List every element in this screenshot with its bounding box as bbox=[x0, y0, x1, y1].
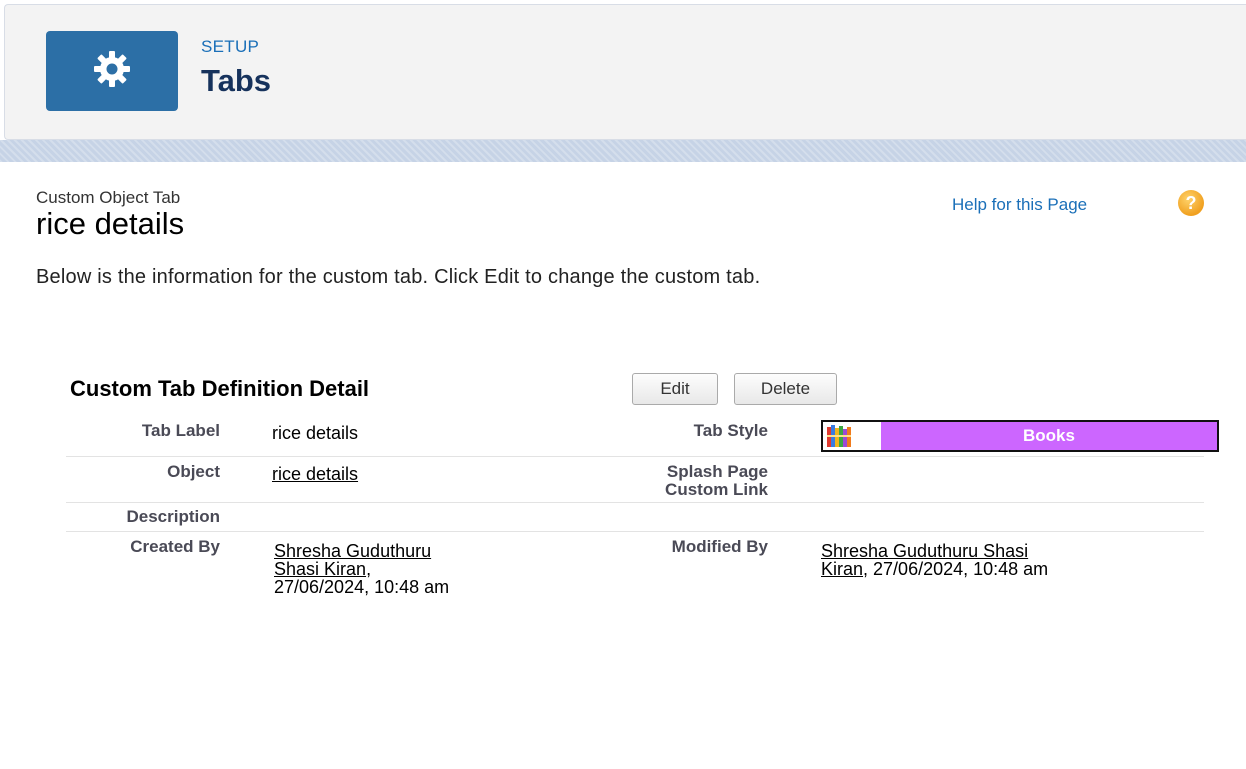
created-by-user-link[interactable]: Shresha Guduthuru Shasi Kiran bbox=[274, 541, 431, 579]
books-icon bbox=[823, 422, 881, 450]
help-for-page-link[interactable]: Help for this Page bbox=[952, 195, 1087, 215]
edit-button[interactable]: Edit bbox=[632, 373, 718, 405]
object-type-label: Custom Object Tab bbox=[36, 188, 181, 207]
section-title: Custom Tab Definition Detail bbox=[70, 376, 370, 401]
row-divider bbox=[66, 502, 1204, 503]
modified-by-name-line2: Kiran bbox=[821, 559, 864, 579]
tab-label-value: rice details bbox=[272, 423, 359, 443]
header-setup-label: SETUP bbox=[201, 37, 260, 56]
created-by-value: Shresha Guduthuru Shasi Kiran, 27/06/2024… bbox=[274, 542, 574, 596]
created-by-label: Created By bbox=[130, 537, 220, 556]
modified-by-value: Shresha Guduthuru Shasi Kiran, 27/06/2024… bbox=[821, 542, 1211, 578]
setup-app-icon bbox=[46, 31, 178, 111]
modified-by-label: Modified By bbox=[671, 537, 768, 556]
help-icon[interactable]: ? bbox=[1178, 190, 1204, 216]
created-by-separator: , bbox=[366, 559, 372, 579]
main-content: Custom Object Tab rice details Help for … bbox=[0, 162, 1246, 769]
created-by-name-line2: Shasi Kiran bbox=[274, 559, 367, 579]
tab-style-name: Books bbox=[881, 422, 1217, 450]
splash-label-line1: Splash Page bbox=[666, 462, 768, 481]
header-title: Tabs bbox=[201, 63, 272, 98]
created-by-date: 27/06/2024, 10:48 am bbox=[274, 577, 450, 597]
description-label: Description bbox=[126, 507, 220, 526]
page-description: Below is the information for the custom … bbox=[36, 266, 761, 288]
object-link[interactable]: rice details bbox=[272, 464, 358, 484]
header-divider-stripe bbox=[0, 140, 1246, 162]
modified-by-date: , 27/06/2024, 10:48 am bbox=[863, 559, 1049, 579]
object-label: Object bbox=[167, 462, 220, 481]
tab-style-label: Tab Style bbox=[693, 421, 768, 440]
delete-button[interactable]: Delete bbox=[734, 373, 837, 405]
splash-page-label: Splash Page Custom Link bbox=[580, 463, 768, 499]
gear-icon bbox=[92, 49, 132, 94]
tab-style-swatch: Books bbox=[821, 420, 1219, 452]
object-value: rice details bbox=[272, 465, 358, 483]
created-by-name-line1: Shresha Guduthuru bbox=[274, 541, 432, 561]
splash-label-line2: Custom Link bbox=[665, 480, 768, 499]
modified-by-name-line1: Shresha Guduthuru Shasi bbox=[821, 541, 1029, 561]
tab-label-label: Tab Label bbox=[141, 421, 220, 440]
page-header: SETUP Tabs bbox=[4, 4, 1246, 140]
page-title: rice details bbox=[36, 206, 185, 241]
row-divider bbox=[66, 531, 1204, 532]
row-divider bbox=[66, 456, 1204, 457]
